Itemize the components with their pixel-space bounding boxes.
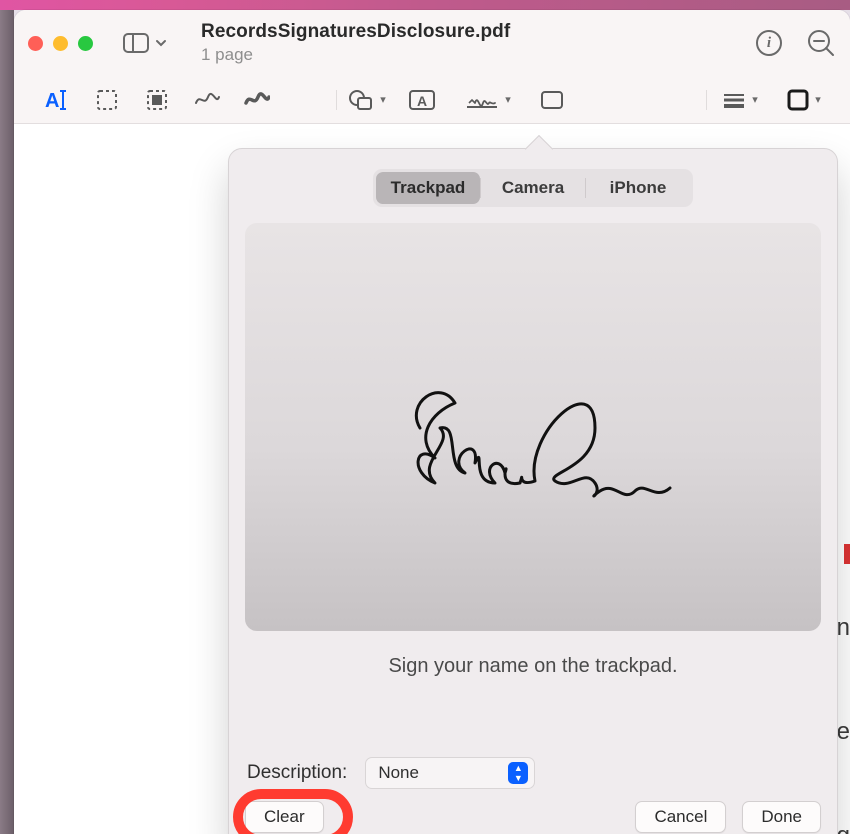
titlebar-right-tools: i bbox=[756, 28, 836, 58]
shapes-tool[interactable]: ▾ bbox=[342, 82, 392, 118]
doc-edge-letters: n e g bbox=[837, 614, 850, 834]
chevron-down-icon bbox=[155, 37, 167, 49]
document-subtitle: 1 page bbox=[201, 45, 510, 65]
description-label: Description: bbox=[247, 762, 347, 784]
line-style-tool[interactable]: ▾ bbox=[712, 82, 768, 118]
sketch-tool[interactable] bbox=[182, 82, 232, 118]
signature-hint: Sign your name on the trackpad. bbox=[229, 655, 837, 678]
sign-tool[interactable]: ▾ bbox=[452, 82, 524, 118]
text-box-tool[interactable]: A bbox=[392, 82, 452, 118]
cancel-button[interactable]: Cancel bbox=[635, 801, 726, 833]
svg-text:A: A bbox=[45, 90, 59, 111]
document-title: RecordsSignaturesDisclosure.pdf bbox=[201, 21, 510, 43]
border-color-tool[interactable]: ▾ bbox=[776, 82, 832, 118]
info-button[interactable]: i bbox=[756, 30, 782, 56]
signature-source-segmented-control: Trackpad Camera iPhone bbox=[373, 169, 693, 207]
svg-text:A: A bbox=[417, 93, 427, 109]
text-selection-tool[interactable]: A bbox=[32, 82, 82, 118]
popover-arrow bbox=[525, 135, 553, 163]
signature-stroke bbox=[385, 373, 685, 553]
document-viewport[interactable]: n e g signature on the Payment Authoriza… bbox=[14, 124, 850, 834]
description-value: None bbox=[378, 763, 419, 783]
popover-button-row: Clear Cancel Done bbox=[245, 801, 821, 833]
rectangular-selection-tool[interactable] bbox=[82, 82, 132, 118]
description-row: Description: None ▲▼ bbox=[245, 757, 535, 789]
tab-trackpad[interactable]: Trackpad bbox=[376, 172, 480, 204]
signature-popover: Trackpad Camera iPhone Sign your name on… bbox=[228, 148, 838, 834]
signature-canvas[interactable] bbox=[245, 223, 821, 631]
doc-red-mark bbox=[844, 544, 850, 564]
preview-window: RecordsSignaturesDisclosure.pdf 1 page i… bbox=[14, 10, 850, 834]
select-stepper-icon: ▲▼ bbox=[508, 762, 528, 784]
draw-tool[interactable] bbox=[232, 82, 282, 118]
window-left-shadow bbox=[0, 10, 14, 834]
tab-camera[interactable]: Camera bbox=[481, 172, 585, 204]
clear-button[interactable]: Clear bbox=[245, 801, 324, 833]
redact-tool[interactable] bbox=[132, 82, 182, 118]
tab-iphone[interactable]: iPhone bbox=[586, 172, 690, 204]
zoom-out-button[interactable] bbox=[806, 28, 836, 58]
titlebar: RecordsSignaturesDisclosure.pdf 1 page i bbox=[14, 10, 850, 76]
title-block: RecordsSignaturesDisclosure.pdf 1 page bbox=[201, 21, 510, 65]
description-select[interactable]: None ▲▼ bbox=[365, 757, 535, 789]
note-tool[interactable] bbox=[524, 82, 580, 118]
traffic-lights bbox=[28, 36, 93, 51]
close-window-button[interactable] bbox=[28, 36, 43, 51]
desktop-background-strip bbox=[0, 0, 850, 10]
markup-toolbar: A ▾ A ▾ bbox=[14, 76, 850, 124]
fullscreen-window-button[interactable] bbox=[78, 36, 93, 51]
done-button[interactable]: Done bbox=[742, 801, 821, 833]
sidebar-toggle-button[interactable] bbox=[117, 29, 173, 57]
minimize-window-button[interactable] bbox=[53, 36, 68, 51]
